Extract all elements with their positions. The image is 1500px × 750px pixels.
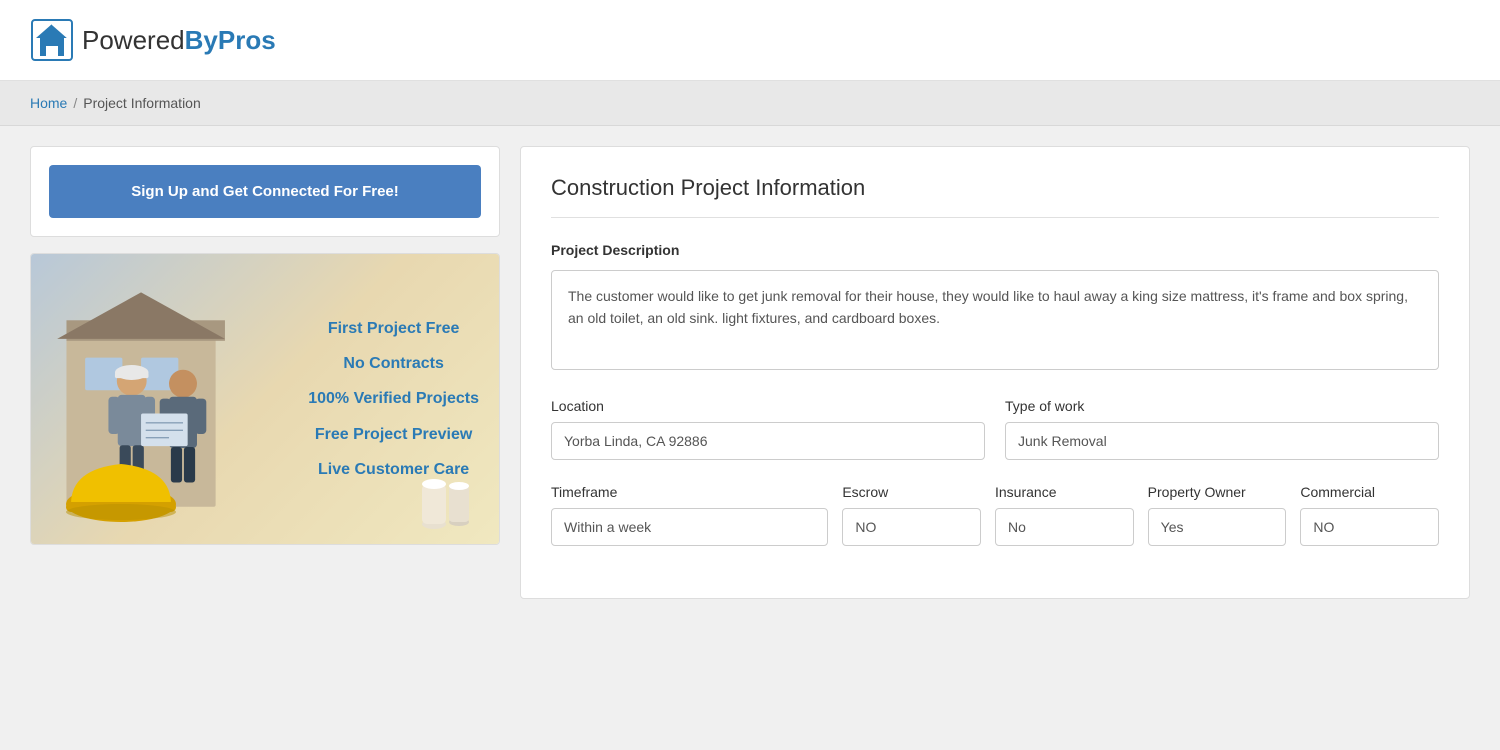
breadcrumb-separator: / [73,95,77,111]
page-title: Construction Project Information [551,175,1439,218]
timeframe-value: Within a week [551,508,828,546]
promo-line-1: First Project Free [308,311,479,346]
property-owner-value: Yes [1148,508,1287,546]
escrow-label: Escrow [842,484,981,500]
description-label: Project Description [551,242,1439,258]
type-of-work-group: Type of work Junk Removal [1005,398,1439,460]
promo-image: First Project Free No Contracts 100% Ver… [31,254,499,544]
page-header: PoweredByPros [0,0,1500,81]
logo-icon [30,18,74,62]
project-description: The customer would like to get junk remo… [551,270,1439,370]
type-of-work-label: Type of work [1005,398,1439,414]
signup-button[interactable]: Sign Up and Get Connected For Free! [49,165,481,218]
location-label: Location [551,398,985,414]
logo: PoweredByPros [30,18,276,62]
breadcrumb-bar: Home / Project Information [0,81,1500,126]
promo-line-4: Free Project Preview [308,417,479,452]
promo-line-3: 100% Verified Projects [308,381,479,416]
commercial-group: Commercial NO [1300,484,1439,546]
property-owner-label: Property Owner [1148,484,1287,500]
insurance-value: No [995,508,1134,546]
commercial-label: Commercial [1300,484,1439,500]
commercial-value: NO [1300,508,1439,546]
sidebar: Sign Up and Get Connected For Free! [30,146,500,599]
breadcrumb: Home / Project Information [30,95,1470,111]
type-of-work-value: Junk Removal [1005,422,1439,460]
location-value: Yorba Linda, CA 92886 [551,422,985,460]
location-group: Location Yorba Linda, CA 92886 [551,398,985,460]
breadcrumb-home[interactable]: Home [30,95,67,111]
insurance-label: Insurance [995,484,1134,500]
timeframe-label: Timeframe [551,484,828,500]
property-owner-group: Property Owner Yes [1148,484,1287,546]
promo-line-2: No Contracts [308,346,479,381]
timeframe-group: Timeframe Within a week [551,484,828,546]
details-row: Timeframe Within a week Escrow NO Insura… [551,484,1439,546]
insurance-group: Insurance No [995,484,1134,546]
main-content: Sign Up and Get Connected For Free! [0,126,1500,619]
location-work-row: Location Yorba Linda, CA 92886 Type of w… [551,398,1439,460]
escrow-group: Escrow NO [842,484,981,546]
content-panel: Construction Project Information Project… [520,146,1470,599]
logo-text: PoweredByPros [82,25,276,56]
promo-box: First Project Free No Contracts 100% Ver… [30,253,500,545]
helmet-illustration [61,454,181,534]
signup-box: Sign Up and Get Connected For Free! [30,146,500,237]
promo-line-5: Live Customer Care [308,452,479,487]
promo-text-overlay: First Project Free No Contracts 100% Ver… [308,311,479,487]
breadcrumb-current: Project Information [83,95,201,111]
escrow-value: NO [842,508,981,546]
promo-background: First Project Free No Contracts 100% Ver… [31,254,499,544]
